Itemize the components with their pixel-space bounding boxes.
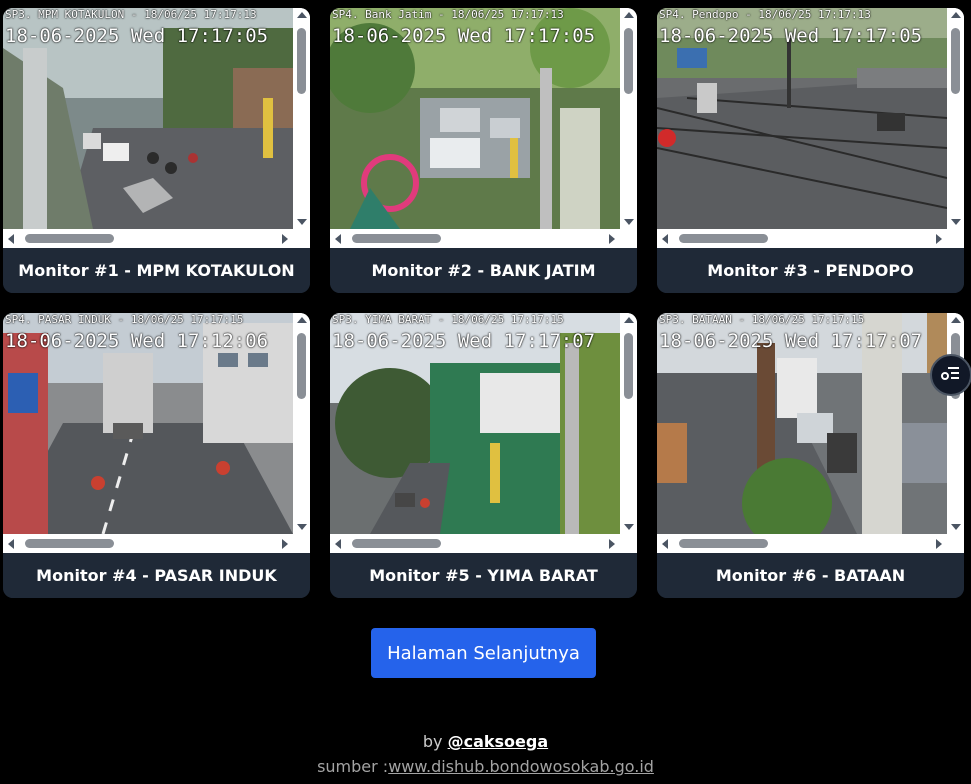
scroll-corner	[293, 534, 310, 553]
cctv-osd-title: SP3. BATAAN - 18/06/25 17:17:15	[659, 313, 865, 326]
scroll-left-icon[interactable]	[335, 234, 341, 244]
footer-source-prefix: sumber :	[317, 757, 389, 776]
scroll-thumb[interactable]	[624, 28, 633, 94]
monitor-card-3[interactable]: SP4. Pendopo - 18/06/25 17:17:13 18-06-2…	[657, 8, 964, 293]
scroll-down-icon[interactable]	[624, 524, 634, 530]
scroll-right-icon[interactable]	[609, 539, 615, 549]
scroll-down-icon[interactable]	[951, 219, 961, 225]
scroll-thumb[interactable]	[352, 539, 441, 548]
filter-list-icon	[941, 365, 961, 385]
monitor-caption: Monitor #6 - BATAAN	[657, 553, 964, 598]
cctv-osd-time: 18-06-2025 Wed 17:17:05	[332, 25, 596, 47]
monitor-caption: Monitor #5 - YIMA BARAT	[330, 553, 637, 598]
horizontal-scrollbar[interactable]	[657, 229, 947, 248]
cctv-feed-image: SP4. Bank Jatim - 18/06/25 17:17:13 18-0…	[330, 8, 620, 229]
scroll-right-icon[interactable]	[936, 539, 942, 549]
cctv-osd-title: SP3. YIMA BARAT - 18/06/25 17:17:15	[332, 313, 564, 326]
scroll-corner	[620, 534, 637, 553]
scroll-thumb[interactable]	[352, 234, 441, 243]
cctv-osd-time: 18-06-2025 Wed 17:17:07	[332, 330, 596, 352]
monitor-card-6[interactable]: SP3. BATAAN - 18/06/25 17:17:15 18-06-20…	[657, 313, 964, 598]
scroll-down-icon[interactable]	[951, 524, 961, 530]
scroll-up-icon[interactable]	[951, 317, 961, 323]
scroll-right-icon[interactable]	[936, 234, 942, 244]
scroll-left-icon[interactable]	[662, 539, 668, 549]
scroll-thumb[interactable]	[297, 28, 306, 94]
scroll-left-icon[interactable]	[8, 539, 14, 549]
cctv-feed-image: SP3. YIMA BARAT - 18/06/25 17:17:15 18-0…	[330, 313, 620, 534]
monitor-card-2[interactable]: SP4. Bank Jatim - 18/06/25 17:17:13 18-0…	[330, 8, 637, 293]
scroll-left-icon[interactable]	[662, 234, 668, 244]
cctv-osd-time: 18-06-2025 Wed 17:12:06	[5, 330, 269, 352]
scroll-up-icon[interactable]	[951, 12, 961, 18]
cctv-viewport[interactable]: SP3. YIMA BARAT - 18/06/25 17:17:15 18-0…	[330, 313, 637, 553]
scroll-right-icon[interactable]	[282, 539, 288, 549]
monitor-caption: Monitor #2 - BANK JATIM	[330, 248, 637, 293]
vertical-scrollbar[interactable]	[293, 8, 310, 229]
monitor-card-1[interactable]: SP3. MPM KOTAKULON - 18/06/25 17:17:13 1…	[3, 8, 310, 293]
cctv-feed-image: SP3. MPM KOTAKULON - 18/06/25 17:17:13 1…	[3, 8, 293, 229]
cctv-viewport[interactable]: SP3. MPM KOTAKULON - 18/06/25 17:17:13 1…	[3, 8, 310, 248]
scroll-corner	[947, 229, 964, 248]
scroll-down-icon[interactable]	[624, 219, 634, 225]
scroll-thumb[interactable]	[679, 234, 768, 243]
scroll-up-icon[interactable]	[624, 317, 634, 323]
scroll-corner	[293, 229, 310, 248]
scroll-thumb[interactable]	[25, 539, 114, 548]
scroll-corner	[947, 534, 964, 553]
horizontal-scrollbar[interactable]	[657, 534, 947, 553]
scroll-thumb[interactable]	[679, 539, 768, 548]
vertical-scrollbar[interactable]	[620, 8, 637, 229]
scroll-right-icon[interactable]	[282, 234, 288, 244]
vertical-scrollbar[interactable]	[947, 8, 964, 229]
author-link[interactable]: @caksoega	[448, 732, 549, 751]
footer-by-prefix: by	[422, 732, 443, 751]
scroll-thumb[interactable]	[951, 28, 960, 94]
cctv-osd-time: 18-06-2025 Wed 17:17:05	[659, 25, 923, 47]
scroll-up-icon[interactable]	[297, 12, 307, 18]
scroll-right-icon[interactable]	[609, 234, 615, 244]
cctv-feed-image: SP3. BATAAN - 18/06/25 17:17:15 18-06-20…	[657, 313, 947, 534]
next-page-button[interactable]: Halaman Selanjutnya	[371, 628, 596, 678]
horizontal-scrollbar[interactable]	[330, 534, 620, 553]
scroll-left-icon[interactable]	[8, 234, 14, 244]
cctv-osd-time: 18-06-2025 Wed 17:17:05	[5, 25, 269, 47]
monitor-caption: Monitor #3 - PENDOPO	[657, 248, 964, 293]
cctv-grid: SP3. MPM KOTAKULON - 18/06/25 17:17:13 1…	[3, 8, 965, 598]
scroll-down-icon[interactable]	[297, 219, 307, 225]
scroll-left-icon[interactable]	[335, 539, 341, 549]
horizontal-scrollbar[interactable]	[330, 229, 620, 248]
scroll-thumb[interactable]	[624, 333, 633, 399]
cctv-osd-title: SP4. PASAR INDUK - 18/06/25 17:17:15	[5, 313, 244, 326]
monitor-caption: Monitor #1 - MPM KOTAKULON	[3, 248, 310, 293]
cctv-viewport[interactable]: SP4. Bank Jatim - 18/06/25 17:17:13 18-0…	[330, 8, 637, 248]
cctv-osd-title: SP4. Bank Jatim - 18/06/25 17:17:13	[332, 8, 564, 21]
cctv-viewport[interactable]: SP4. Pendopo - 18/06/25 17:17:13 18-06-2…	[657, 8, 964, 248]
filter-list-button[interactable]	[930, 354, 971, 396]
scroll-up-icon[interactable]	[297, 317, 307, 323]
source-link[interactable]: www.dishub.bondowosokab.go.id	[388, 757, 654, 776]
vertical-scrollbar[interactable]	[293, 313, 310, 534]
vertical-scrollbar[interactable]	[620, 313, 637, 534]
scroll-corner	[620, 229, 637, 248]
scroll-up-icon[interactable]	[624, 12, 634, 18]
scroll-down-icon[interactable]	[297, 524, 307, 530]
cctv-viewport[interactable]: SP3. BATAAN - 18/06/25 17:17:15 18-06-20…	[657, 313, 964, 553]
footer-source: sumber :www.dishub.bondowosokab.go.id	[0, 757, 971, 776]
monitor-card-5[interactable]: SP3. YIMA BARAT - 18/06/25 17:17:15 18-0…	[330, 313, 637, 598]
horizontal-scrollbar[interactable]	[3, 229, 293, 248]
vertical-scrollbar[interactable]	[947, 313, 964, 534]
footer-credit: by @caksoega	[0, 732, 971, 751]
cctv-feed-image: SP4. Pendopo - 18/06/25 17:17:13 18-06-2…	[657, 8, 947, 229]
monitor-caption: Monitor #4 - PASAR INDUK	[3, 553, 310, 598]
scroll-thumb[interactable]	[25, 234, 114, 243]
cctv-osd-time: 18-06-2025 Wed 17:17:07	[659, 330, 923, 352]
scroll-thumb[interactable]	[297, 333, 306, 399]
horizontal-scrollbar[interactable]	[3, 534, 293, 553]
cctv-feed-image: SP4. PASAR INDUK - 18/06/25 17:17:15 18-…	[3, 313, 293, 534]
cctv-osd-title: SP4. Pendopo - 18/06/25 17:17:13	[659, 8, 871, 21]
cctv-osd-title: SP3. MPM KOTAKULON - 18/06/25 17:17:13	[5, 8, 257, 21]
monitor-card-4[interactable]: SP4. PASAR INDUK - 18/06/25 17:17:15 18-…	[3, 313, 310, 598]
cctv-viewport[interactable]: SP4. PASAR INDUK - 18/06/25 17:17:15 18-…	[3, 313, 310, 553]
